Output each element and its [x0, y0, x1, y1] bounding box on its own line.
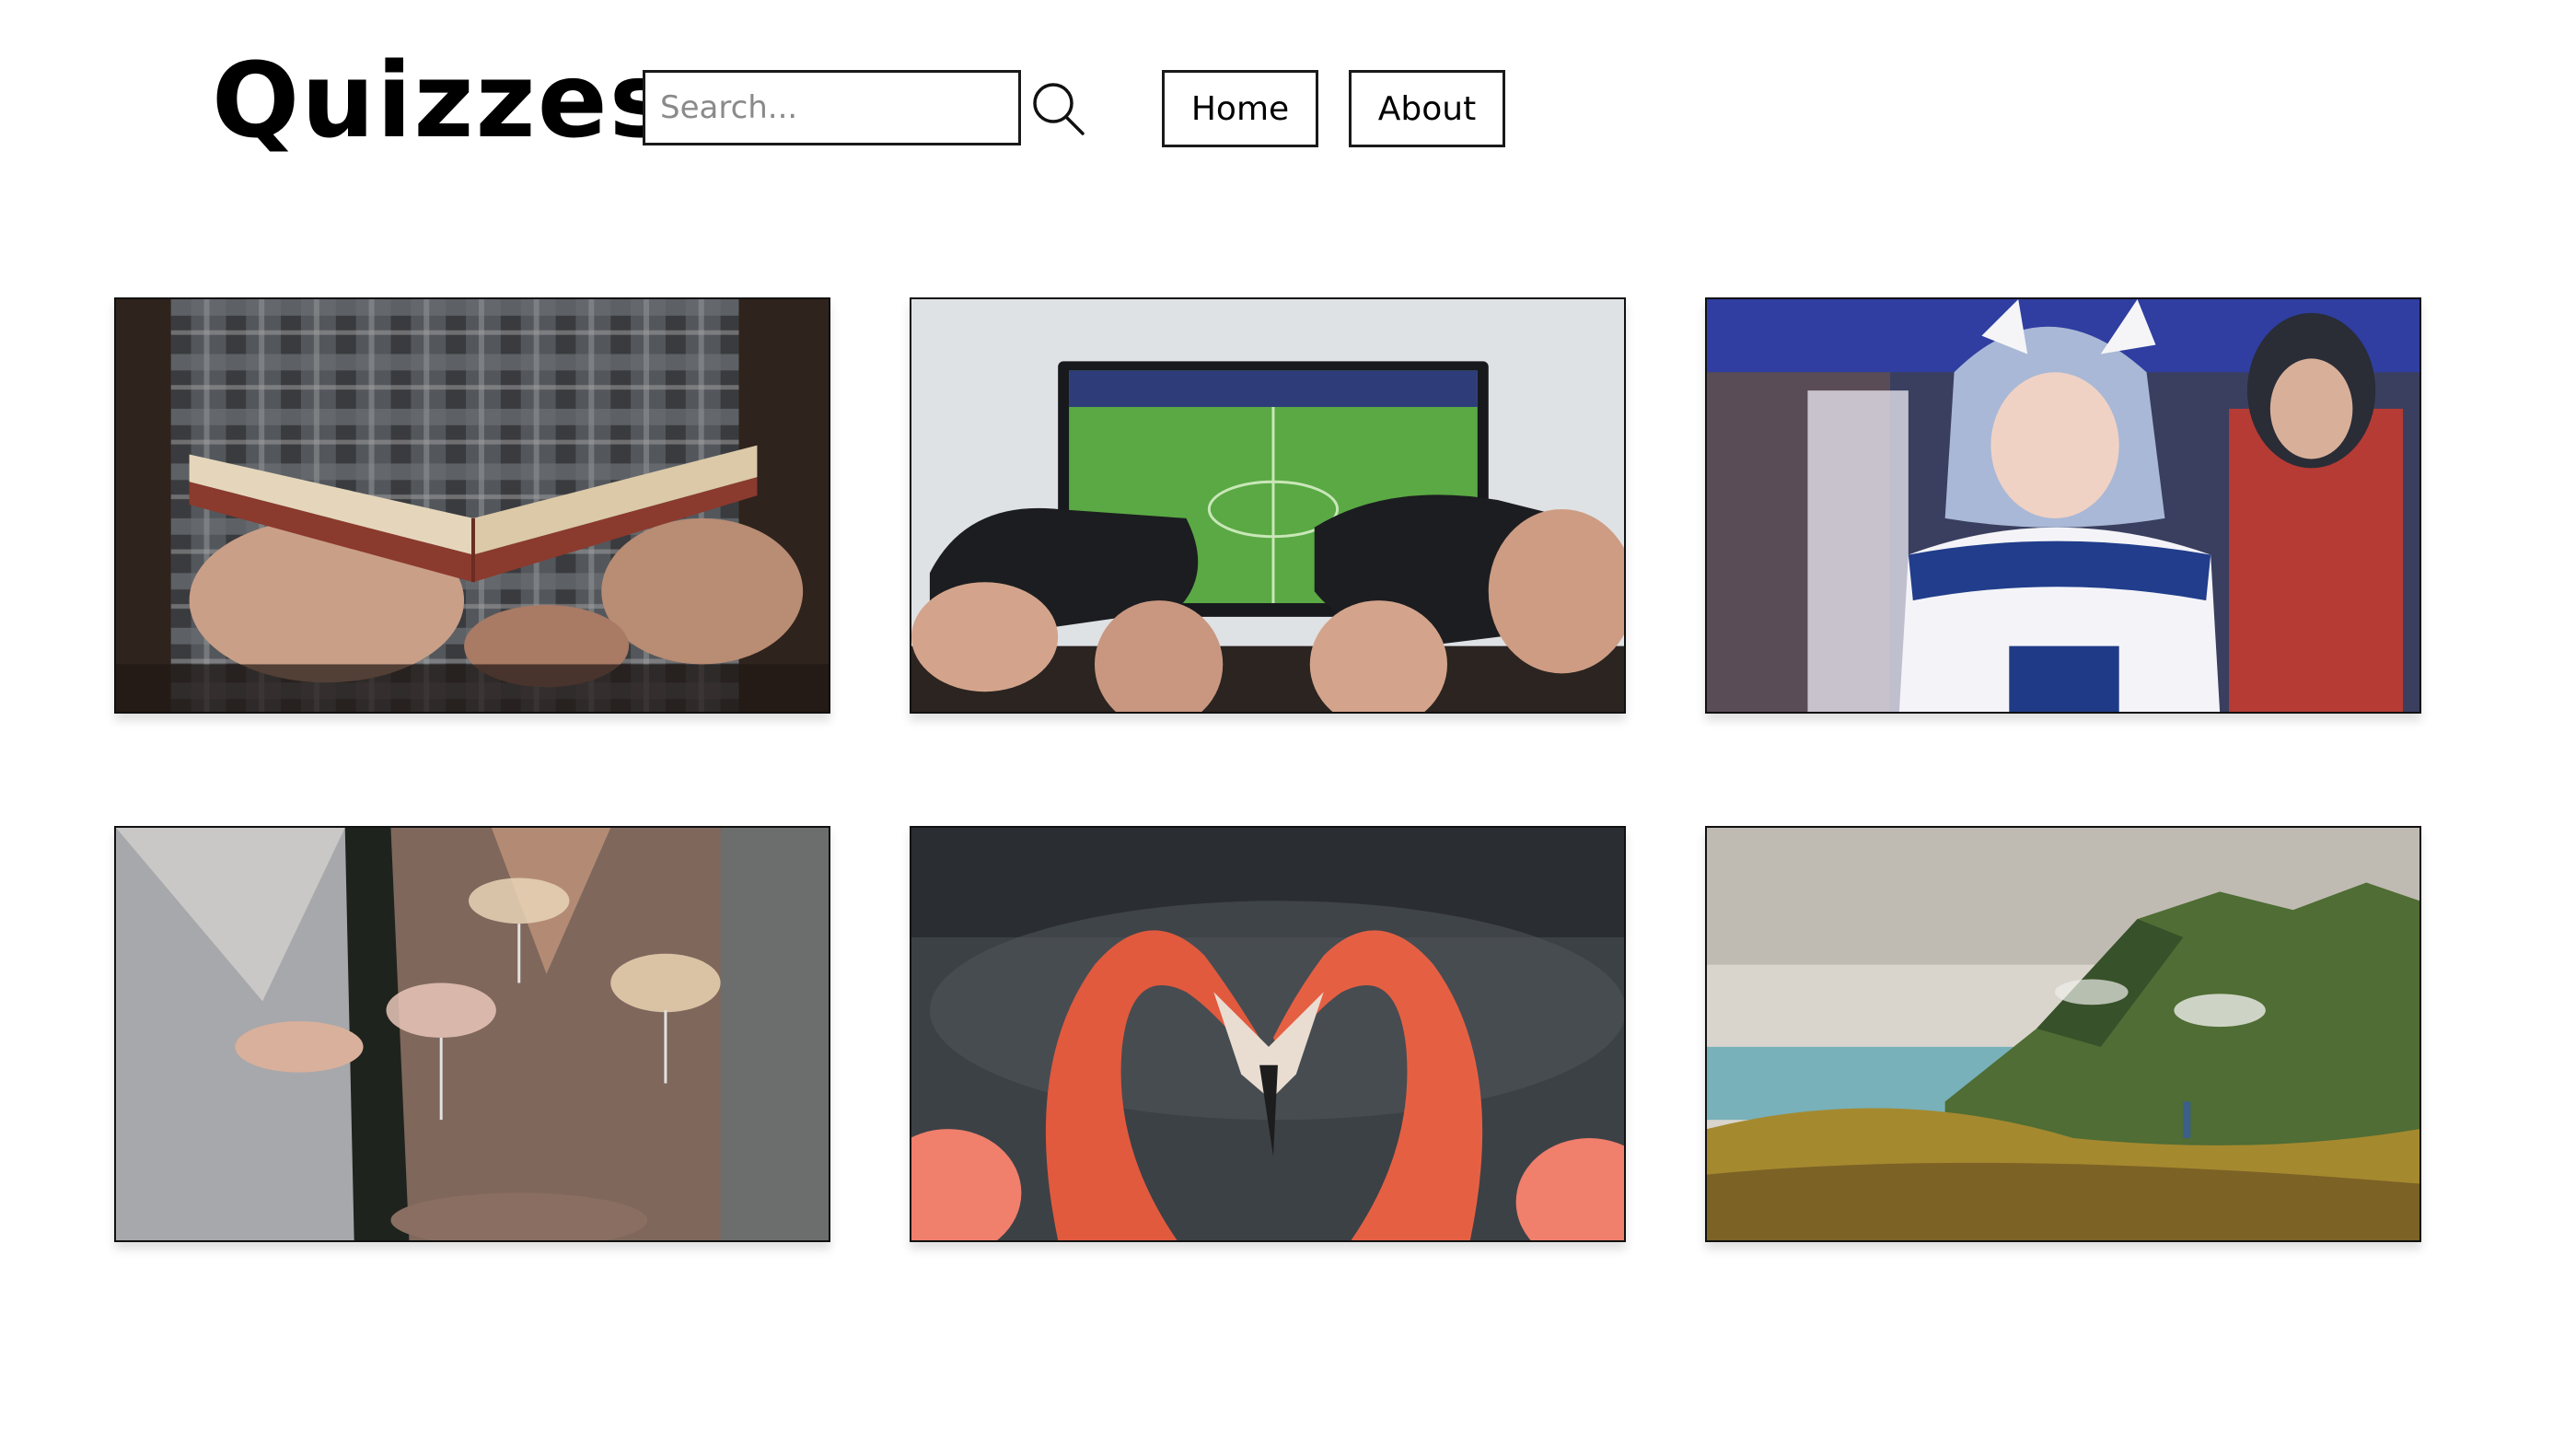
quiz-card-landscape[interactable]	[1705, 826, 2421, 1242]
search-icon	[1033, 83, 1085, 135]
champagne-toast-image	[116, 828, 829, 1240]
quiz-card-flamingos[interactable]	[910, 826, 1626, 1242]
cosplay-image	[1707, 299, 2419, 712]
quiz-card-cosplay[interactable]	[1705, 297, 2421, 714]
search-input[interactable]	[643, 70, 1021, 145]
mountain-landscape-image	[1707, 828, 2419, 1240]
quiz-card-gaming[interactable]	[910, 297, 1626, 714]
search-button[interactable]	[1029, 79, 1088, 138]
quiz-card-party[interactable]	[114, 826, 830, 1242]
nav-home-button[interactable]: Home	[1162, 70, 1318, 147]
quiz-card-reading[interactable]	[114, 297, 830, 714]
site-title: Quizzes	[212, 41, 673, 161]
site-header: Quizzes Home About	[0, 0, 2576, 221]
gaming-controllers-image	[911, 299, 1624, 712]
nav-about-button[interactable]: About	[1349, 70, 1505, 147]
book-reading-image	[116, 299, 829, 712]
flamingos-heart-image	[911, 828, 1624, 1240]
